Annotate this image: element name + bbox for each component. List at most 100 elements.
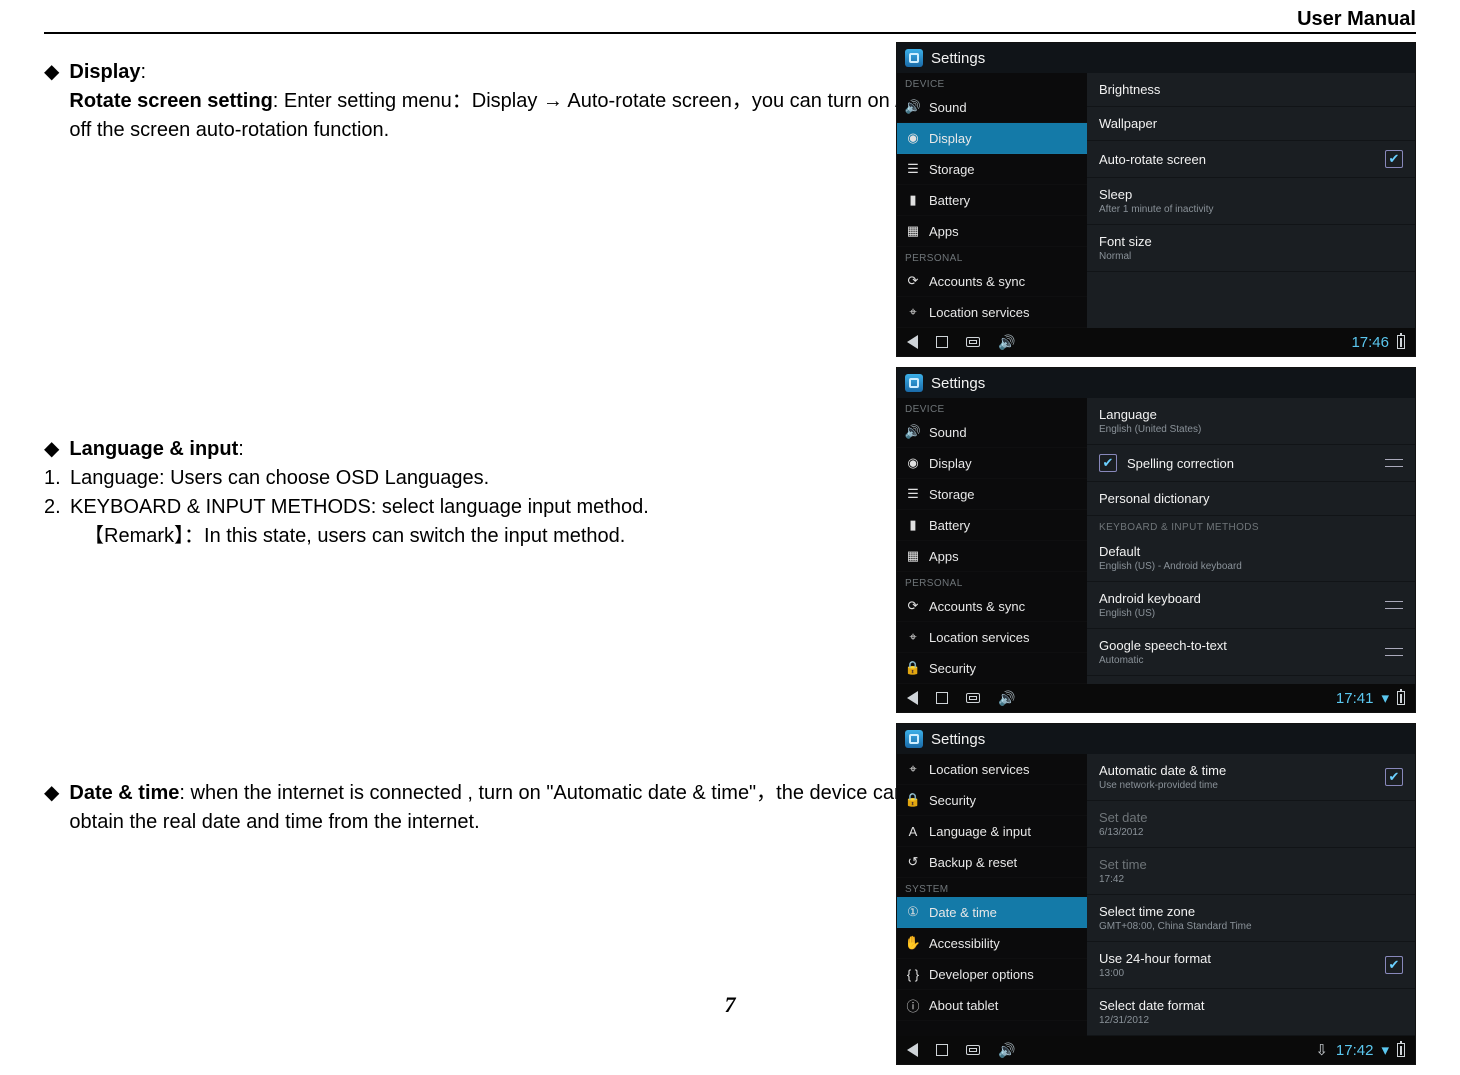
panel-item-auto-date[interactable]: Automatic date & timeUse network-provide… bbox=[1087, 754, 1415, 801]
header-rule bbox=[44, 32, 1416, 34]
recents-icon[interactable] bbox=[966, 337, 980, 347]
sidebar-item-location[interactable]: ⌖Location services bbox=[897, 297, 1087, 328]
langinput-colon: : bbox=[238, 438, 244, 460]
panel-item-sub: 6/13/2012 bbox=[1099, 827, 1147, 838]
panel-item-google-speech[interactable]: Google speech-to-textAutomatic bbox=[1087, 629, 1415, 676]
datetime-bullet: ◆ Date & time: when the internet is conn… bbox=[44, 779, 924, 837]
panel-item-sub: After 1 minute of inactivity bbox=[1099, 204, 1214, 215]
checkbox-on-icon[interactable]: ✔ bbox=[1385, 150, 1403, 168]
panel-category: KEYBOARD & INPUT METHODS bbox=[1087, 516, 1415, 535]
sidebar-item-accounts[interactable]: ⟳Accounts & sync bbox=[897, 266, 1087, 297]
back-icon[interactable] bbox=[907, 691, 918, 705]
recents-icon[interactable] bbox=[966, 693, 980, 703]
panel-item-sub: English (United States) bbox=[1099, 424, 1201, 435]
back-icon[interactable] bbox=[907, 1043, 918, 1057]
panel-item-sleep[interactable]: Sleep After 1 minute of inactivity bbox=[1087, 178, 1415, 225]
panel-item-set-date: Set date6/13/2012 bbox=[1087, 801, 1415, 848]
panel-item-label: Sleep bbox=[1099, 187, 1214, 202]
settings-title: Settings bbox=[931, 50, 985, 67]
category-label: DEVICE bbox=[897, 398, 1087, 417]
panel-item-wallpaper[interactable]: Wallpaper bbox=[1087, 107, 1415, 141]
page-number: 7 bbox=[0, 992, 1460, 1018]
sidebar-item-label: Apps bbox=[929, 224, 959, 239]
sidebar-item-location[interactable]: ⌖Location services bbox=[897, 754, 1087, 785]
panel-item-language[interactable]: LanguageEnglish (United States) bbox=[1087, 398, 1415, 445]
volume-icon[interactable] bbox=[998, 1042, 1015, 1059]
sync-icon: ⟳ bbox=[905, 598, 921, 614]
datetime-title: Date & time bbox=[69, 782, 179, 804]
home-icon[interactable] bbox=[936, 336, 948, 348]
screenshot-language-input: Settings DEVICE 🔊Sound ◉Display ☰Storage… bbox=[896, 367, 1416, 713]
location-icon: ⌖ bbox=[905, 629, 921, 645]
datetime-text-block: Date & time: when the internet is connec… bbox=[69, 779, 924, 837]
sidebar-item-label: Storage bbox=[929, 487, 975, 502]
back-icon[interactable] bbox=[907, 335, 918, 349]
sidebar-item-battery[interactable]: ▮Battery bbox=[897, 185, 1087, 216]
panel-item-sub: 17:42 bbox=[1099, 874, 1147, 885]
category-label: DEVICE bbox=[897, 73, 1087, 92]
sidebar-item-language-input[interactable]: ALanguage & input bbox=[897, 816, 1087, 847]
panel-item-dictionary[interactable]: Personal dictionary bbox=[1087, 482, 1415, 516]
display-colon: : bbox=[141, 61, 147, 83]
checkbox-on-icon[interactable]: ✔ bbox=[1099, 454, 1117, 472]
sidebar-item-display[interactable]: ◉Display bbox=[897, 123, 1087, 154]
panel-item-android-keyboard[interactable]: Android keyboardEnglish (US) bbox=[1087, 582, 1415, 629]
sidebar-item-backup[interactable]: ↺Backup & reset bbox=[897, 847, 1087, 878]
sync-icon: ⟳ bbox=[905, 273, 921, 289]
panel-item-brightness[interactable]: Brightness bbox=[1087, 73, 1415, 107]
sidebar-item-date-time[interactable]: ①Date & time bbox=[897, 897, 1087, 928]
sidebar-item-accounts[interactable]: ⟳Accounts & sync bbox=[897, 591, 1087, 622]
status-right: 17:41 ▾ bbox=[1336, 689, 1405, 707]
sidebar-item-location[interactable]: ⌖Location services bbox=[897, 622, 1087, 653]
statusbar: ⇩ 17:42 ▾ bbox=[897, 1036, 1415, 1064]
panel-item-autorotate[interactable]: Auto-rotate screen✔ bbox=[1087, 141, 1415, 178]
sidebar-item-storage[interactable]: ☰Storage bbox=[897, 154, 1087, 185]
sidebar-item-developer-options[interactable]: { }Developer options bbox=[897, 959, 1087, 990]
sidebar-item-label: Location services bbox=[929, 762, 1029, 777]
home-icon[interactable] bbox=[936, 1044, 948, 1056]
settings-sidebar: DEVICE 🔊 Sound ◉Display ☰Storage ▮Battery… bbox=[897, 398, 1087, 684]
sidebar-item-display[interactable]: ◉Display bbox=[897, 448, 1087, 479]
panel-item-spelling[interactable]: ✔Spelling correction bbox=[1087, 445, 1415, 482]
sidebar-item-label: Security bbox=[929, 793, 976, 808]
sound-icon: 🔊 bbox=[905, 424, 921, 440]
panel-item-sub: Normal bbox=[1099, 251, 1152, 262]
checkbox-on-icon[interactable]: ✔ bbox=[1385, 768, 1403, 786]
volume-icon[interactable] bbox=[998, 334, 1015, 351]
home-icon[interactable] bbox=[936, 692, 948, 704]
clock-text: 17:41 bbox=[1336, 690, 1374, 707]
panel-item-label: Wallpaper bbox=[1099, 116, 1157, 131]
category-label: PERSONAL bbox=[897, 572, 1087, 591]
settings-panel: Brightness Wallpaper Auto-rotate screen✔… bbox=[1087, 73, 1415, 328]
sidebar-item-security[interactable]: 🔒Security bbox=[897, 653, 1087, 684]
recents-icon[interactable] bbox=[966, 1045, 980, 1055]
settings-sliders-icon[interactable] bbox=[1385, 645, 1403, 659]
settings-sliders-icon[interactable] bbox=[1385, 456, 1403, 470]
panel-item-time-zone[interactable]: Select time zoneGMT+08:00, China Standar… bbox=[1087, 895, 1415, 942]
sidebar-item-apps[interactable]: ▦Apps bbox=[897, 541, 1087, 572]
sidebar-item-label: Sound bbox=[929, 425, 967, 440]
sidebar-item-accessibility[interactable]: ✋Accessibility bbox=[897, 928, 1087, 959]
checkbox-on-icon[interactable]: ✔ bbox=[1385, 956, 1403, 974]
sidebar-item-apps[interactable]: ▦Apps bbox=[897, 216, 1087, 247]
panel-item-label: Select time zone bbox=[1099, 904, 1252, 919]
statusbar: 17:41 ▾ bbox=[897, 684, 1415, 712]
panel-item-default[interactable]: DefaultEnglish (US) - Android keyboard bbox=[1087, 535, 1415, 582]
sidebar-item-label: Date & time bbox=[929, 905, 997, 920]
accessibility-icon: ✋ bbox=[905, 935, 921, 951]
settings-app-icon bbox=[905, 49, 923, 67]
settings-sliders-icon[interactable] bbox=[1385, 598, 1403, 612]
panel-item-fontsize[interactable]: Font sizeNormal bbox=[1087, 225, 1415, 272]
volume-icon[interactable] bbox=[998, 690, 1015, 707]
display-title: Display bbox=[69, 61, 140, 83]
sidebar-item-label: Display bbox=[929, 131, 972, 146]
screenshot-display: Settings DEVICE 🔊Sound ◉Display ☰Storage… bbox=[896, 42, 1416, 357]
sidebar-item-battery[interactable]: ▮Battery bbox=[897, 510, 1087, 541]
panel-item-set-time: Set time17:42 bbox=[1087, 848, 1415, 895]
sidebar-item-security[interactable]: 🔒Security bbox=[897, 785, 1087, 816]
sidebar-item-sound[interactable]: 🔊Sound bbox=[897, 92, 1087, 123]
sidebar-item-sound[interactable]: 🔊 Sound bbox=[897, 417, 1087, 448]
langinput-remark: 【Remark】：In this state, users can switch… bbox=[44, 522, 924, 551]
sidebar-item-storage[interactable]: ☰Storage bbox=[897, 479, 1087, 510]
panel-item-24h-format[interactable]: Use 24-hour format13:00✔ bbox=[1087, 942, 1415, 989]
